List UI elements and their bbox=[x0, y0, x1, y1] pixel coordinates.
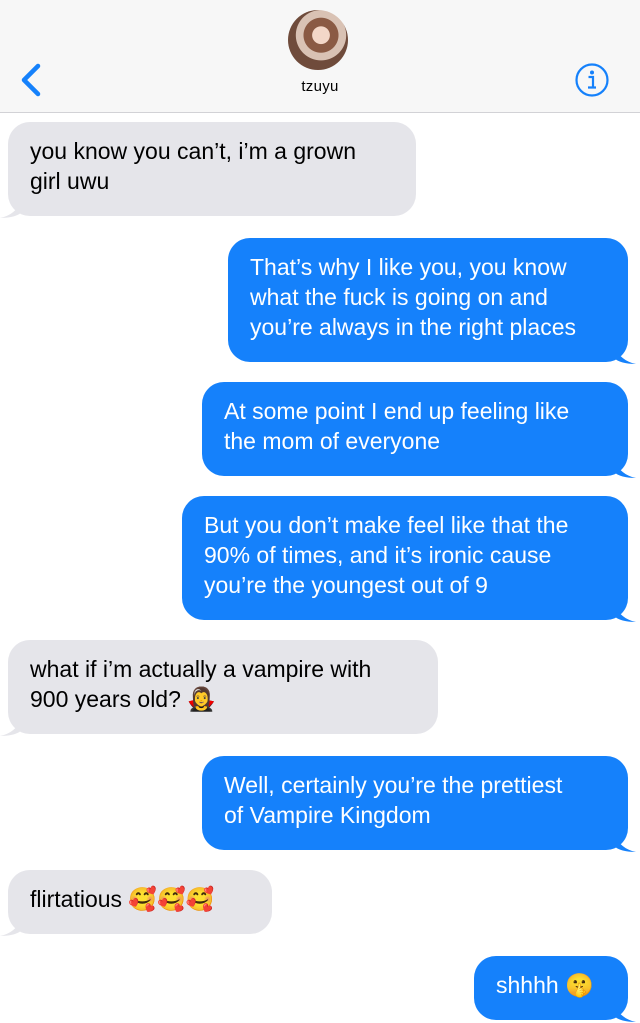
message-text: shhhh 🤫 bbox=[496, 972, 594, 998]
message-text: what if i’m actually a vampire with bbox=[30, 656, 372, 682]
bubble-tail bbox=[0, 718, 22, 736]
message-text: At some point I end up feeling like bbox=[224, 398, 570, 424]
sent-message-bubble[interactable]: That’s why I like you, you know what the… bbox=[228, 238, 636, 364]
message-text: 90% of times, and it’s ironic cause bbox=[204, 542, 552, 568]
message-text: what the fuck is going on and bbox=[250, 284, 548, 310]
sent-message-bubble[interactable]: shhhh 🤫 bbox=[474, 956, 636, 1022]
message-text: you know you can’t, i’m a grown bbox=[30, 138, 356, 164]
bubble-tail bbox=[0, 918, 22, 936]
message-text: 900 years old? 🧛‍♀️ bbox=[30, 686, 216, 712]
sent-message-bubble[interactable]: But you don’t make feel like that the 90… bbox=[182, 496, 636, 622]
message-text: But you don’t make feel like that the bbox=[204, 512, 569, 538]
contact-name[interactable]: tzuyu bbox=[0, 78, 640, 95]
message-text: Well, certainly you’re the prettiest bbox=[224, 772, 563, 798]
message-text: the mom of everyone bbox=[224, 428, 441, 454]
bubble-tail bbox=[0, 200, 22, 218]
received-message-bubble[interactable]: what if i’m actually a vampire with 900 … bbox=[0, 640, 438, 736]
bubble-tail bbox=[614, 1004, 636, 1022]
message-text: flirtatious 🥰🥰🥰 bbox=[30, 886, 215, 912]
bubble-tail bbox=[614, 604, 636, 622]
bubble-tail bbox=[614, 834, 636, 852]
info-icon[interactable] bbox=[574, 62, 610, 98]
received-message-bubble[interactable]: you know you can’t, i’m a grown girl uwu bbox=[0, 122, 416, 218]
received-message-bubble[interactable]: flirtatious 🥰🥰🥰 bbox=[0, 870, 272, 936]
bubble-tail bbox=[614, 346, 636, 364]
sent-message-bubble[interactable]: At some point I end up feeling like the … bbox=[202, 382, 636, 478]
conversation-header: tzuyu bbox=[0, 0, 640, 113]
message-text: you’re the youngest out of 9 bbox=[204, 572, 488, 598]
bubble-tail bbox=[614, 460, 636, 478]
message-text: you’re always in the right places bbox=[250, 314, 576, 340]
message-text: of Vampire Kingdom bbox=[224, 802, 431, 828]
message-text: girl uwu bbox=[30, 168, 110, 194]
message-text: That’s why I like you, you know bbox=[250, 254, 567, 280]
sent-message-bubble[interactable]: Well, certainly you’re the prettiest of … bbox=[202, 756, 636, 852]
avatar[interactable] bbox=[288, 10, 348, 70]
